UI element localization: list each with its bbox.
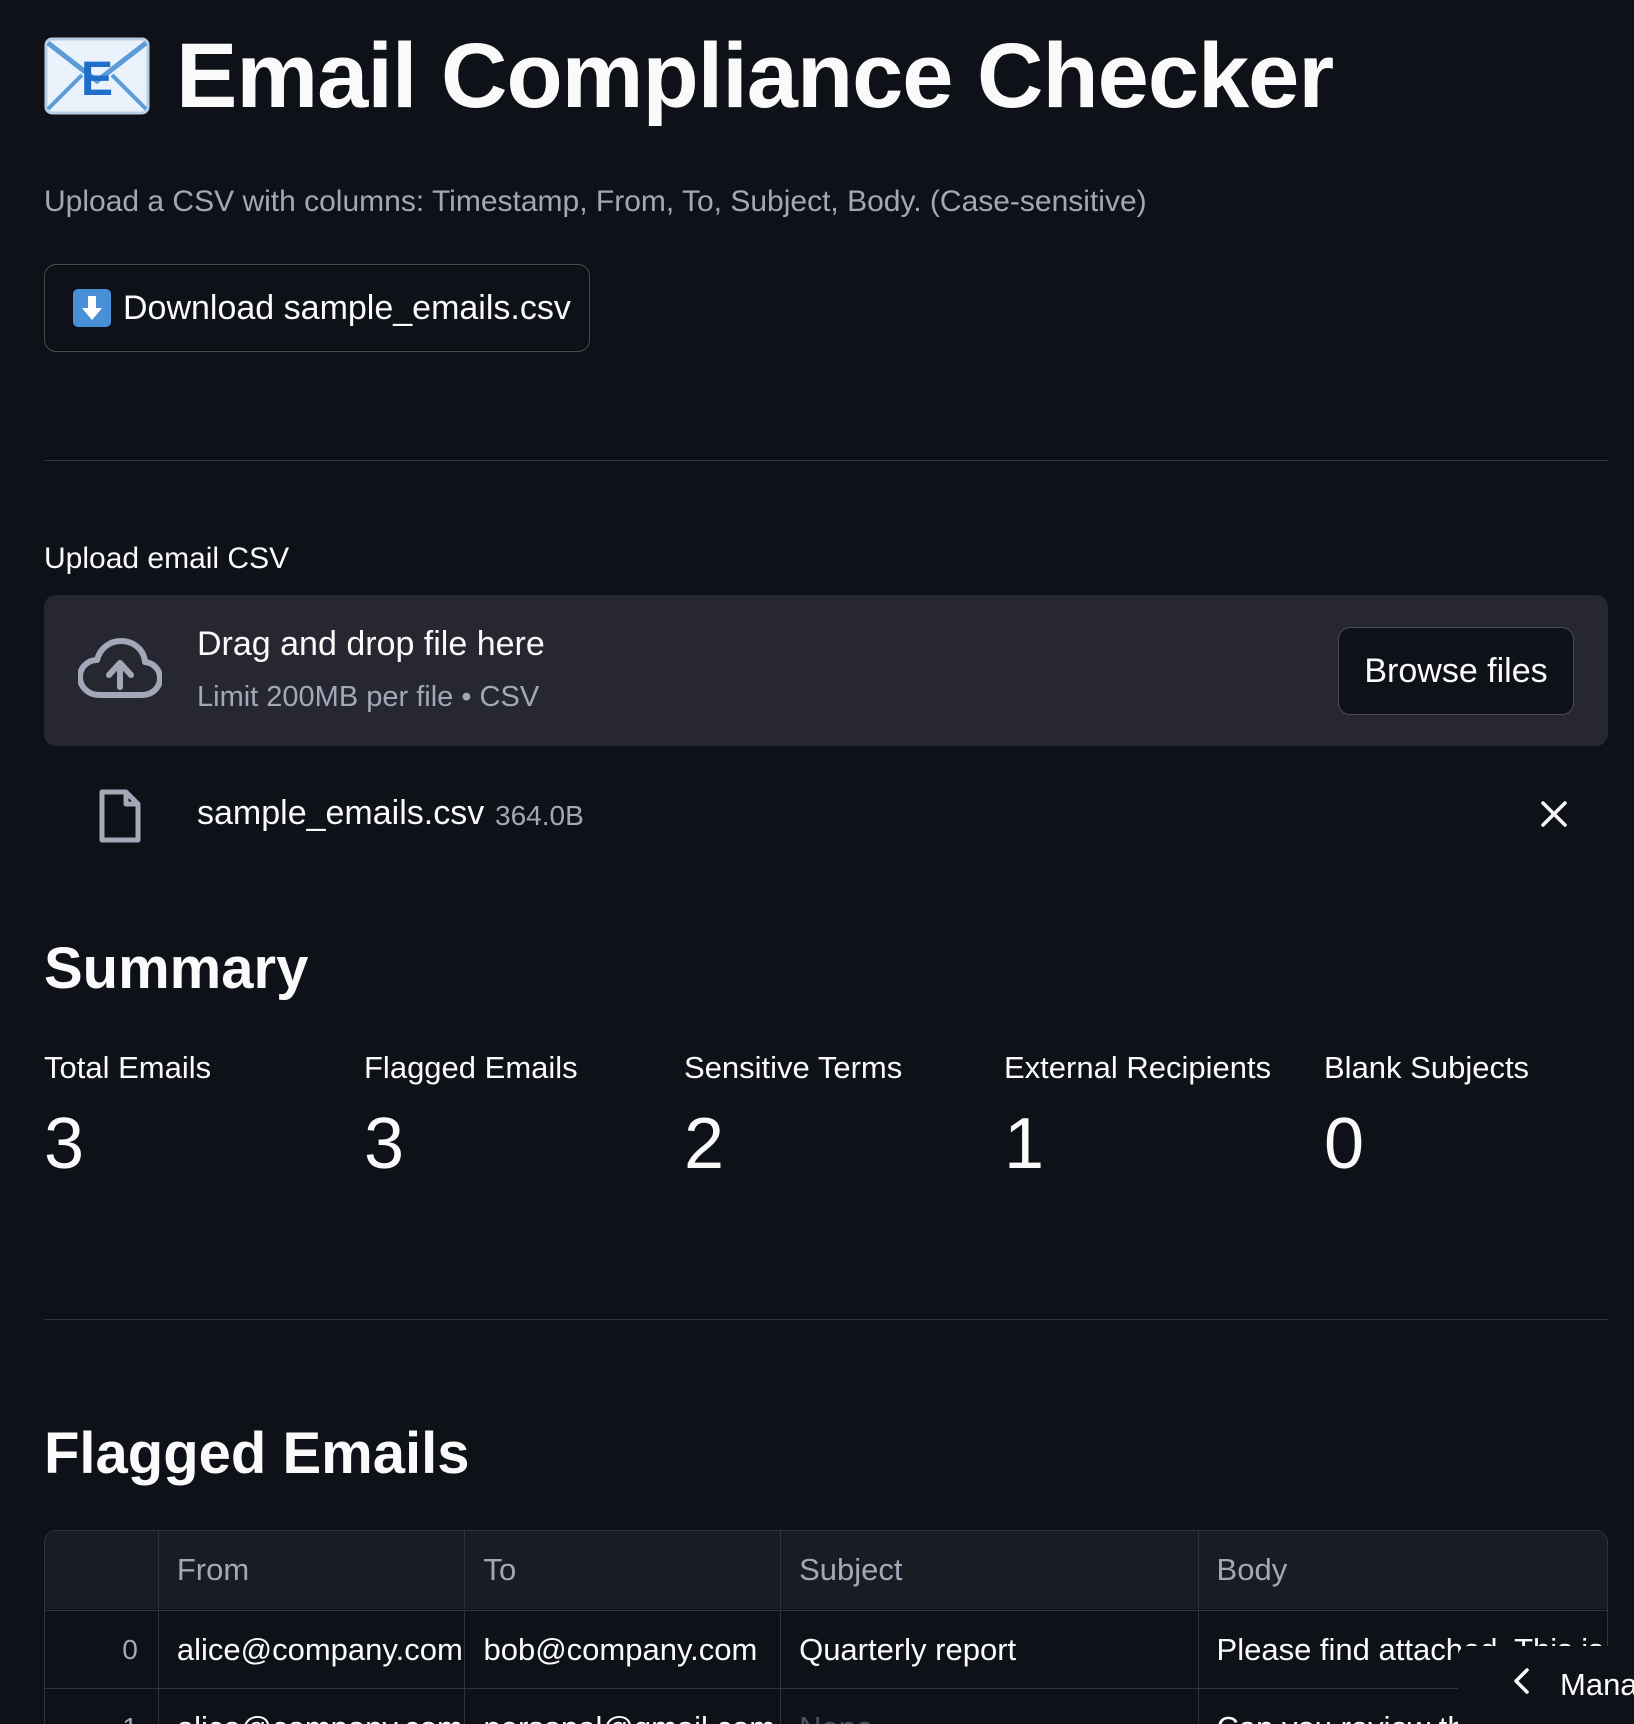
file-name: sample_emails.csv (197, 794, 485, 832)
manage-app-label: Manage app (1560, 1667, 1634, 1702)
column-header-from[interactable]: From (159, 1531, 466, 1609)
metric-flagged-emails: Flagged Emails 3 (364, 1050, 674, 1180)
dropzone-limit: Limit 200MB per file • CSV (197, 681, 540, 713)
metric-label: Sensitive Terms (684, 1050, 903, 1085)
metric-external-recipients: External Recipients 1 (1004, 1050, 1314, 1180)
manage-app-button[interactable]: Manage app (1458, 1646, 1634, 1724)
browse-files-button[interactable]: Browse files (1338, 627, 1574, 715)
title-row: E Email Compliance Checker (44, 25, 1334, 127)
metric-value: 3 (364, 1104, 405, 1184)
uploaded-file: sample_emails.csv 364.0B (44, 780, 1608, 850)
row-index: 1 (45, 1689, 159, 1724)
metric-blank-subjects: Blank Subjects 0 (1324, 1050, 1634, 1180)
flagged-emails-heading: Flagged Emails (44, 1421, 470, 1486)
column-header-index[interactable] (45, 1531, 159, 1609)
app-page: E Email Compliance Checker Upload a CSV … (0, 0, 1634, 1724)
table-header-row: From To Subject Body (45, 1531, 1607, 1609)
download-button-label: Download sample_emails.csv (123, 288, 571, 327)
row-index: 0 (45, 1611, 159, 1689)
metric-sensitive-terms: Sensitive Terms 2 (684, 1050, 994, 1180)
metric-value: 1 (1004, 1104, 1045, 1184)
chevron-left-icon (1512, 1667, 1530, 1703)
summary-heading: Summary (44, 936, 309, 1001)
metric-value: 2 (684, 1104, 725, 1184)
table-cell[interactable]: Quarterly report (781, 1611, 1199, 1689)
column-header-body[interactable]: Body (1199, 1531, 1607, 1609)
column-header-to[interactable]: To (465, 1531, 782, 1609)
uploader-label: Upload email CSV (44, 542, 290, 575)
table-cell[interactable]: alice@company.com (159, 1611, 466, 1689)
table-cell[interactable]: personal@gmail.com (465, 1689, 782, 1724)
table-cell[interactable]: alice@company.com (159, 1689, 466, 1724)
svg-text:E: E (81, 53, 113, 106)
envelope-icon: E (44, 37, 150, 115)
column-header-subject[interactable]: Subject (781, 1531, 1199, 1609)
cloud-upload-icon (77, 637, 163, 706)
page-title: Email Compliance Checker (176, 25, 1334, 127)
metric-label: Total Emails (44, 1050, 212, 1085)
metric-total-emails: Total Emails 3 (44, 1050, 354, 1180)
metric-value: 0 (1324, 1104, 1365, 1184)
file-size: 364.0B (495, 800, 584, 831)
table-cell[interactable]: bob@company.com (465, 1611, 782, 1689)
flagged-emails-table[interactable]: From To Subject Body 0 alice@company.com… (44, 1530, 1608, 1724)
upload-instructions: Upload a CSV with columns: Timestamp, Fr… (44, 185, 1147, 218)
download-sample-button[interactable]: Download sample_emails.csv (44, 264, 590, 352)
table-row[interactable]: 0 alice@company.com bob@company.com Quar… (45, 1610, 1607, 1689)
table-cell-null[interactable]: None (781, 1689, 1199, 1724)
file-icon (98, 788, 142, 849)
table-row[interactable]: 1 alice@company.com personal@gmail.com N… (45, 1688, 1607, 1724)
down-arrow-icon (73, 289, 111, 327)
divider (44, 460, 1608, 461)
divider (44, 1319, 1608, 1320)
dropzone-text: Drag and drop file here (197, 625, 545, 663)
file-dropzone[interactable]: Drag and drop file here Limit 200MB per … (44, 595, 1608, 746)
close-icon[interactable] (1540, 800, 1568, 833)
metric-label: External Recipients (1004, 1050, 1272, 1085)
metric-label: Flagged Emails (364, 1050, 578, 1085)
metric-label: Blank Subjects (1324, 1050, 1530, 1085)
metric-value: 3 (44, 1104, 85, 1184)
